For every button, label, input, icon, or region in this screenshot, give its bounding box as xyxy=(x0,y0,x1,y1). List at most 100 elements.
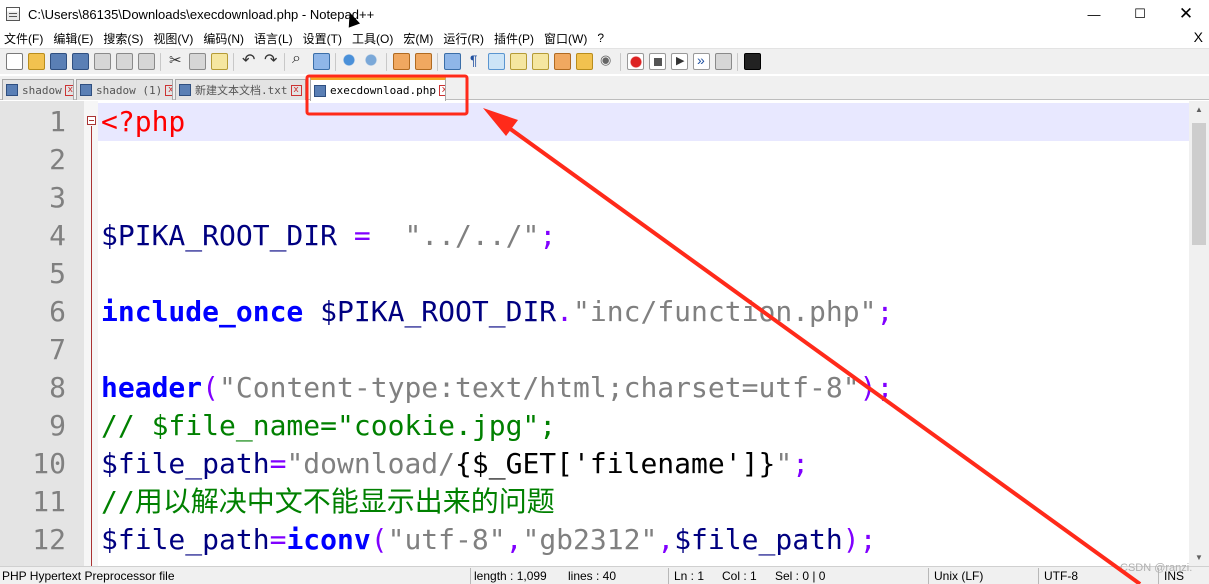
run-macro-multiple-icon[interactable] xyxy=(693,52,710,70)
menu-encoding[interactable]: 编码(N) xyxy=(199,30,250,47)
menu-plugins[interactable]: 插件(P) xyxy=(490,30,540,47)
menu-run[interactable]: 运行(R) xyxy=(439,30,490,47)
code-token: "utf-8" xyxy=(387,523,506,556)
code-line[interactable]: $PIKA_ROOT_DIR = "../../"; xyxy=(98,217,1189,255)
toolbar-separator xyxy=(620,52,621,71)
code-token: "download/ xyxy=(286,447,456,480)
close-all-icon[interactable] xyxy=(116,53,133,70)
code-line[interactable]: //用以解决中文不能显示出来的问题 xyxy=(98,483,1189,521)
stop-macro-icon[interactable] xyxy=(649,53,666,70)
function-list-icon[interactable] xyxy=(554,53,571,70)
close-button[interactable]: ✕ xyxy=(1163,0,1209,28)
save-macro-icon[interactable] xyxy=(715,53,732,70)
scroll-up-icon[interactable]: ▲ xyxy=(1189,101,1209,118)
print-icon[interactable] xyxy=(138,53,155,70)
cut-icon[interactable] xyxy=(167,51,184,70)
code-token: ; xyxy=(539,219,557,252)
menu-language[interactable]: 语言(L) xyxy=(250,30,299,47)
folder-workspace-icon[interactable] xyxy=(576,53,593,70)
user-language-icon[interactable] xyxy=(510,53,527,70)
tab-execdownload[interactable]: execdownload.php x xyxy=(310,77,446,101)
code-line[interactable]: <?php xyxy=(98,103,1189,141)
save-all-icon[interactable] xyxy=(72,53,89,70)
code-line[interactable]: include_once $PIKA_ROOT_DIR."inc/functio… xyxy=(98,293,1189,331)
tab-label: shadow xyxy=(22,83,62,97)
code-line[interactable]: // $file_name="cookie.jpg"; xyxy=(98,407,1189,445)
show-all-chars-icon[interactable] xyxy=(466,52,483,70)
code-token: $PIKA_ROOT_DIR xyxy=(303,295,557,328)
menu-macro[interactable]: 宏(M) xyxy=(399,30,439,47)
code-line[interactable] xyxy=(98,141,1189,179)
code-token: . xyxy=(556,295,574,328)
notepadpp-window: C:\Users\86135\Downloads\execdownload.ph… xyxy=(0,0,1209,584)
code-token: ; xyxy=(876,295,894,328)
tab-shadow[interactable]: shadow x xyxy=(2,79,74,100)
word-wrap-icon[interactable] xyxy=(444,53,461,70)
menu-help[interactable]: ? xyxy=(593,31,610,45)
menu-edit[interactable]: 编辑(E) xyxy=(49,30,99,47)
scrollbar-thumb[interactable] xyxy=(1192,123,1206,245)
minimize-button[interactable]: — xyxy=(1071,0,1117,28)
record-macro-icon[interactable] xyxy=(627,53,644,70)
menu-tools[interactable]: 工具(O) xyxy=(348,30,399,47)
code-area[interactable]: <?php $PIKA_ROOT_DIR = "../../"; include_o… xyxy=(98,101,1189,566)
sync-vertical-icon[interactable] xyxy=(393,53,410,70)
close-icon[interactable]: x xyxy=(165,84,172,96)
menu-search[interactable]: 搜索(S) xyxy=(99,30,149,47)
console-icon[interactable] xyxy=(744,53,761,70)
menu-file[interactable]: 文件(F) xyxy=(0,30,49,47)
line-number: 10 xyxy=(32,447,66,480)
status-encoding: UTF-8 xyxy=(1044,569,1078,583)
code-token: = xyxy=(337,219,388,252)
copy-icon[interactable] xyxy=(189,53,206,70)
watermark: CSDN @ranzi. xyxy=(1120,562,1193,574)
code-token: $file_path xyxy=(674,523,843,556)
save-icon[interactable] xyxy=(50,53,67,70)
sync-horizontal-icon[interactable] xyxy=(415,53,432,70)
close-icon[interactable]: x xyxy=(64,84,73,96)
doc-map-icon[interactable] xyxy=(532,53,549,70)
code-token: ( xyxy=(202,371,220,404)
close-icon[interactable]: x xyxy=(438,85,445,96)
monitoring-icon[interactable] xyxy=(598,52,615,70)
code-token: // $file_name="cookie.jpg"; xyxy=(101,409,557,442)
menu-settings[interactable]: 设置(T) xyxy=(299,30,348,47)
play-macro-icon[interactable] xyxy=(671,53,688,70)
code-token: " xyxy=(775,447,793,480)
code-token: "gb2312" xyxy=(522,523,658,556)
code-editor[interactable]: 1 2 3 4 5 6 7 8 9 10 11 12 <?php $PIKA_ROOT_DIR = ".… xyxy=(0,101,1209,566)
zoom-in-icon[interactable] xyxy=(342,53,359,70)
line-number: 11 xyxy=(32,485,66,518)
fold-collapse-icon[interactable] xyxy=(87,116,96,125)
code-line[interactable] xyxy=(98,179,1189,217)
menu-bar: 文件(F) 编辑(E) 搜索(S) 视图(V) 编码(N) 语言(L) 设置(T… xyxy=(0,28,1209,48)
code-line[interactable] xyxy=(98,255,1189,293)
code-token: = xyxy=(269,447,287,480)
redo-icon[interactable] xyxy=(262,50,279,70)
toolbar-separator xyxy=(437,52,438,71)
code-line[interactable]: header("Content-type:text/html;charset=u… xyxy=(98,369,1189,407)
vertical-scrollbar[interactable]: ▲ ▼ xyxy=(1189,101,1209,566)
open-file-icon[interactable] xyxy=(28,53,45,70)
maximize-button[interactable]: ☐ xyxy=(1117,0,1163,28)
find-icon[interactable] xyxy=(291,50,308,70)
undo-icon[interactable] xyxy=(240,50,257,70)
menu-window[interactable]: 窗口(W) xyxy=(540,30,593,47)
status-file-type: PHP Hypertext Preprocessor file xyxy=(2,569,175,583)
new-file-icon[interactable] xyxy=(6,53,23,70)
code-line[interactable]: $file_path=iconv("utf-8","gb2312",$file_… xyxy=(98,521,1189,559)
zoom-out-icon[interactable] xyxy=(364,53,381,70)
paste-icon[interactable] xyxy=(211,53,228,70)
code-line[interactable] xyxy=(98,331,1189,369)
close-document-button[interactable]: X xyxy=(1194,29,1203,45)
close-icon[interactable] xyxy=(94,53,111,70)
close-icon[interactable]: x xyxy=(290,84,302,96)
tab-new-text-document[interactable]: 新建文本文档.txt x xyxy=(175,79,306,100)
window-title: C:\Users\86135\Downloads\execdownload.ph… xyxy=(28,6,375,22)
code-line[interactable]: $file_path="download/{$_GET['filename']}… xyxy=(98,445,1189,483)
tab-shadow-1[interactable]: shadow (1) x xyxy=(76,79,173,100)
menu-view[interactable]: 视图(V) xyxy=(149,30,199,47)
code-token: ; xyxy=(792,447,810,480)
indent-guide-icon[interactable] xyxy=(488,53,505,70)
replace-icon[interactable] xyxy=(313,53,330,70)
